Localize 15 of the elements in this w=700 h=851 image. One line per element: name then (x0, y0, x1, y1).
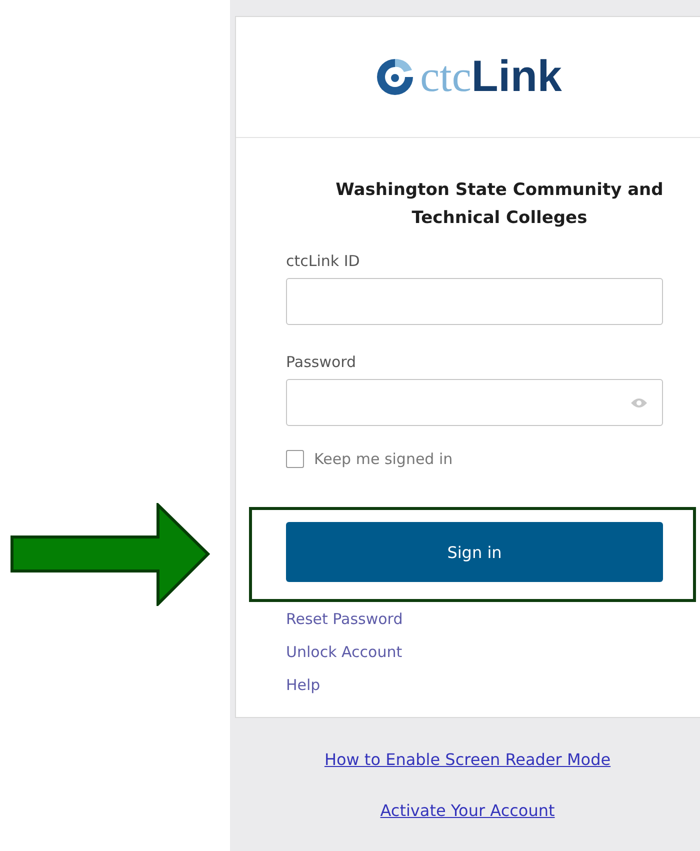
password-field[interactable] (286, 379, 663, 426)
logo-wordmark: ctcLink (420, 55, 562, 99)
eye-icon[interactable] (630, 396, 648, 408)
link[interactable]: How to Enable Screen Reader Mode (324, 749, 611, 770)
link[interactable]: Reset Password (286, 610, 403, 629)
link[interactable]: Unlock Account (286, 643, 402, 662)
organization-heading: Washington State Community and Technical Colleges (334, 179, 664, 230)
field-label: ctcLink ID (286, 252, 361, 270)
field-label: Password (286, 353, 358, 371)
link[interactable]: Activate Your Account (380, 800, 555, 821)
id-field[interactable] (286, 278, 663, 325)
link[interactable]: Help (286, 676, 320, 695)
checkbox-label[interactable]: Keep me signed in (314, 450, 453, 468)
checkbox[interactable] (286, 450, 304, 468)
sign-in-button[interactable]: Sign in (286, 522, 663, 582)
